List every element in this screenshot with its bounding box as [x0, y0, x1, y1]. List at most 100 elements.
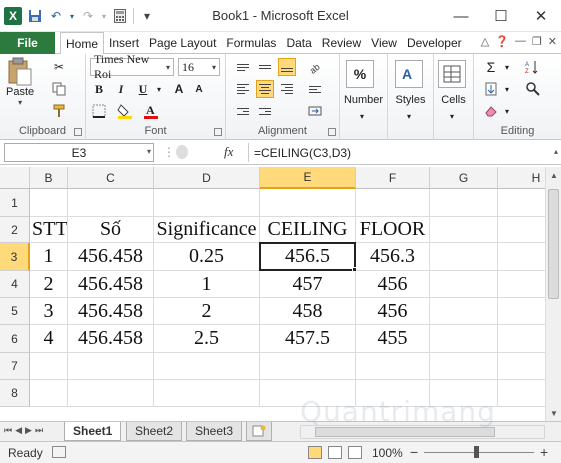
zoom-slider-thumb[interactable]	[474, 446, 479, 458]
middle-align-icon[interactable]	[256, 58, 274, 76]
cell-h6[interactable]	[498, 325, 545, 353]
tab-page-layout[interactable]: Page Layout	[144, 32, 221, 54]
zoom-slider-track[interactable]	[424, 452, 534, 453]
doc-close-icon[interactable]: ✕	[548, 35, 557, 48]
insert-function-button[interactable]: fx	[224, 144, 233, 160]
column-header-f[interactable]: F	[356, 167, 430, 189]
paste-button[interactable]: Paste ▾	[6, 57, 34, 107]
row-header-5[interactable]: 5	[0, 298, 30, 325]
tab-formulas[interactable]: Formulas	[221, 32, 281, 54]
column-header-e[interactable]: E	[260, 167, 356, 189]
cell-g6[interactable]	[430, 325, 498, 353]
cell-d3[interactable]: 0.25	[154, 243, 260, 271]
cell-e2[interactable]: CEILING	[260, 217, 356, 243]
italic-button[interactable]: I	[112, 80, 130, 98]
align-right-icon[interactable]	[278, 80, 296, 98]
cell-h7[interactable]	[498, 353, 545, 380]
last-sheet-icon[interactable]: ⏭	[35, 425, 43, 436]
maximize-button[interactable]: ☐	[481, 0, 521, 32]
wrap-text-icon[interactable]	[306, 80, 324, 98]
column-header-c[interactable]: C	[68, 167, 154, 189]
customize-qat-icon[interactable]: ▾	[139, 8, 155, 24]
font-name-box[interactable]: Times New Roi ▾	[90, 52, 174, 81]
expand-formula-bar-icon[interactable]: ▴	[554, 147, 558, 156]
scroll-up-icon[interactable]: ▲	[546, 167, 561, 183]
cell-g7[interactable]	[430, 353, 498, 380]
cell-b6[interactable]: 4	[30, 325, 68, 353]
zoom-out-icon[interactable]: −	[410, 444, 418, 460]
row-header-7[interactable]: 7	[0, 353, 30, 380]
cell-e5[interactable]: 458	[260, 298, 356, 325]
cell-g2[interactable]	[430, 217, 498, 243]
sheet-tab-sheet3[interactable]: Sheet3	[186, 422, 243, 441]
autosum-dropdown-icon[interactable]: ▾	[498, 58, 516, 76]
underline-dropdown-icon[interactable]: ▾	[150, 80, 168, 98]
grow-font-button[interactable]: A	[170, 80, 188, 98]
tab-developer[interactable]: Developer	[402, 32, 467, 54]
tab-file[interactable]: File	[0, 32, 55, 54]
cell-b7[interactable]	[30, 353, 68, 380]
cell-h8[interactable]	[498, 380, 545, 407]
name-box[interactable]: E3	[4, 143, 154, 162]
cell-f5[interactable]: 456	[356, 298, 430, 325]
top-align-icon[interactable]	[234, 58, 252, 76]
undo-icon[interactable]: ↶	[48, 8, 64, 24]
cell-c1[interactable]	[68, 189, 154, 217]
cell-c2[interactable]: Số	[68, 217, 154, 243]
tab-review[interactable]: Review	[317, 32, 366, 54]
cell-g8[interactable]	[430, 380, 498, 407]
shrink-font-button[interactable]: A	[190, 80, 208, 98]
cancel-entry-icon[interactable]	[176, 145, 188, 159]
clear-dropdown-icon[interactable]: ▾	[498, 102, 516, 120]
cell-b1[interactable]	[30, 189, 68, 217]
column-header-g[interactable]: G	[430, 167, 498, 189]
zoom-level[interactable]: 100%	[372, 446, 403, 460]
normal-view-icon[interactable]	[308, 446, 322, 459]
doc-restore-icon[interactable]: ❐	[532, 35, 542, 48]
save-icon[interactable]	[27, 8, 43, 24]
cell-e4[interactable]: 457	[260, 271, 356, 298]
styles-button[interactable]: A	[395, 60, 423, 88]
cell-c8[interactable]	[68, 380, 154, 407]
formula-splitter-icon[interactable]: ⋮	[163, 145, 175, 159]
redo-dropdown-icon[interactable]: ▾	[101, 8, 107, 24]
cell-f7[interactable]	[356, 353, 430, 380]
minimize-button[interactable]: —	[441, 0, 481, 32]
cell-f2[interactable]: FLOOR	[356, 217, 430, 243]
horizontal-scroll-thumb[interactable]	[315, 427, 495, 437]
cell-e3[interactable]: 456.5	[260, 243, 356, 271]
align-left-icon[interactable]	[234, 80, 252, 98]
styles-dropdown-icon[interactable]: ▾	[407, 112, 411, 121]
row-header-2[interactable]: 2	[0, 217, 30, 243]
cell-g1[interactable]	[430, 189, 498, 217]
insert-sheet-icon[interactable]	[246, 422, 272, 441]
borders-icon[interactable]	[90, 102, 108, 120]
cell-f1[interactable]	[356, 189, 430, 217]
cell-d6[interactable]: 2.5	[154, 325, 260, 353]
cell-e6[interactable]: 457.5	[260, 325, 356, 353]
cell-g5[interactable]	[430, 298, 498, 325]
vertical-scrollbar[interactable]: ▲ ▼	[545, 167, 561, 421]
collapse-ribbon-icon[interactable]: △	[481, 35, 489, 48]
cell-b8[interactable]	[30, 380, 68, 407]
page-break-view-icon[interactable]	[348, 446, 362, 459]
cell-c5[interactable]: 456.458	[68, 298, 154, 325]
tab-data[interactable]: Data	[281, 32, 316, 54]
cell-f8[interactable]	[356, 380, 430, 407]
row-header-1[interactable]: 1	[0, 189, 30, 217]
name-box-dropdown-icon[interactable]: ▾	[147, 147, 151, 156]
cell-f6[interactable]: 455	[356, 325, 430, 353]
macro-record-icon[interactable]	[52, 446, 66, 458]
sort-filter-icon[interactable]: AZ	[524, 58, 542, 76]
spreadsheet-grid[interactable]: B C D E F G H 1 2 STT Số Significance CEILING FLOOR 3 1…	[0, 167, 545, 421]
cell-c6[interactable]: 456.458	[68, 325, 154, 353]
horizontal-scrollbar[interactable]	[300, 425, 545, 439]
align-center-icon[interactable]	[256, 80, 274, 98]
doc-minimize-icon[interactable]: —	[515, 35, 526, 48]
cell-e7[interactable]	[260, 353, 356, 380]
fill-color-icon[interactable]	[116, 102, 134, 120]
number-format-button[interactable]: %	[346, 60, 374, 88]
font-size-dropdown-icon[interactable]: ▾	[212, 63, 216, 72]
cell-b4[interactable]: 2	[30, 271, 68, 298]
row-header-4[interactable]: 4	[0, 271, 30, 298]
